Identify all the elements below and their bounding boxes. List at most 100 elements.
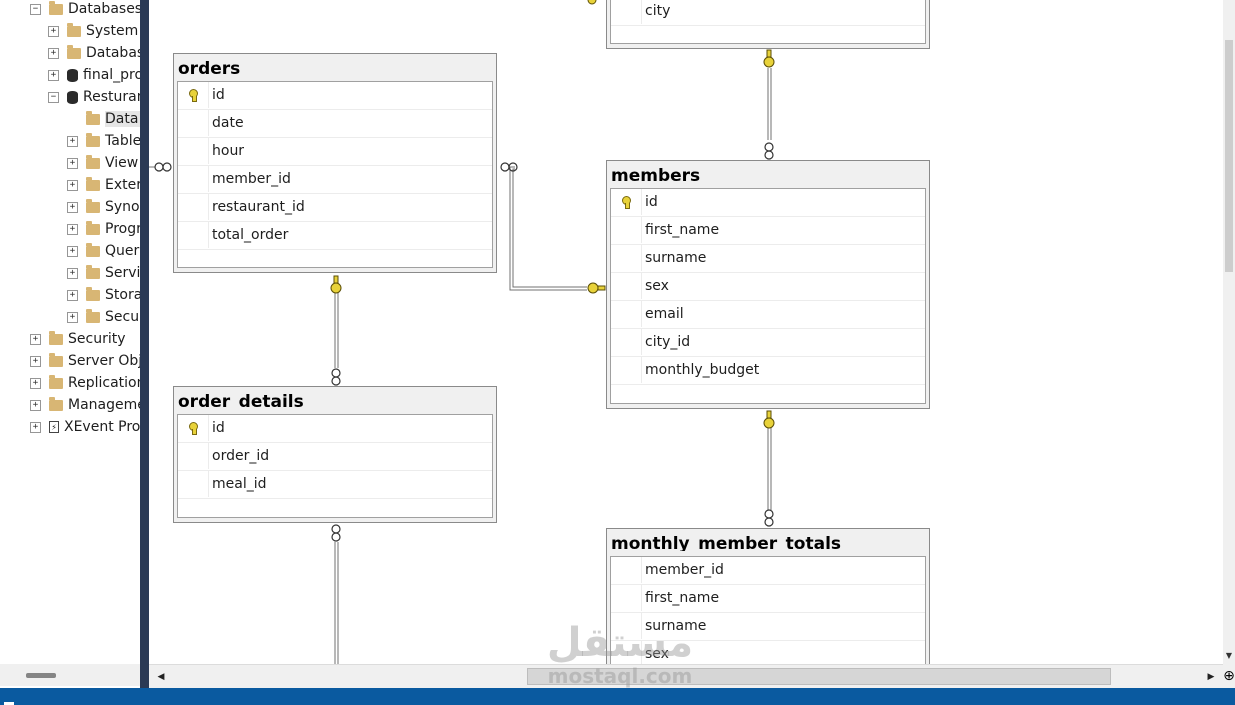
tree-node-secur[interactable]: + Secur xyxy=(67,306,140,328)
row-selector[interactable] xyxy=(611,301,642,327)
tree-node-syno[interactable]: + Syno xyxy=(67,196,140,218)
expand-icon[interactable]: + xyxy=(30,399,41,411)
row-selector[interactable] xyxy=(178,222,209,248)
tree-node-system[interactable]: + System xyxy=(48,20,138,42)
row-selector[interactable] xyxy=(611,585,642,611)
row-selector[interactable] xyxy=(178,194,209,220)
expand-icon[interactable]: + xyxy=(30,333,41,345)
column-row[interactable]: date xyxy=(178,110,492,138)
table-order-details[interactable]: order_details id order_id meal_id xyxy=(173,386,497,523)
row-selector[interactable] xyxy=(611,273,642,299)
column-row[interactable]: email xyxy=(611,301,925,329)
explorer-horizontal-scrollbar[interactable] xyxy=(0,664,140,686)
vertical-scroll-thumb[interactable] xyxy=(1225,40,1233,272)
relationship-line[interactable] xyxy=(509,166,587,291)
tree-node-data[interactable]: +Data xyxy=(67,108,140,130)
column-row[interactable]: sex xyxy=(611,273,925,301)
column-row[interactable]: id xyxy=(178,415,492,443)
row-selector[interactable] xyxy=(178,82,209,108)
row-selector[interactable] xyxy=(611,641,642,664)
tree-node-table[interactable]: + Table xyxy=(67,130,140,152)
expand-icon[interactable]: + xyxy=(30,355,41,367)
row-selector[interactable] xyxy=(178,415,209,441)
column-row[interactable]: order_id xyxy=(178,443,492,471)
expand-icon[interactable]: + xyxy=(67,223,78,235)
relationship-line[interactable] xyxy=(512,168,587,288)
column-row[interactable]: restaurant_id xyxy=(178,194,492,222)
column-row[interactable]: first_name xyxy=(611,217,925,245)
column-row[interactable]: surname xyxy=(611,245,925,273)
scroll-left-arrow-icon[interactable]: ◀ xyxy=(153,667,169,687)
tree-node-stora[interactable]: + Stora xyxy=(67,284,140,306)
row-selector[interactable] xyxy=(611,217,642,243)
row-selector[interactable] xyxy=(178,166,209,192)
collapse-icon[interactable]: − xyxy=(30,3,41,15)
diagram-horizontal-scrollbar[interactable]: ◀ ▶ xyxy=(149,664,1223,689)
expand-icon[interactable]: + xyxy=(30,421,41,433)
expand-icon[interactable]: + xyxy=(48,69,59,81)
collapse-icon[interactable]: − xyxy=(48,91,59,103)
expand-icon[interactable]: + xyxy=(48,25,59,37)
expand-icon[interactable]: + xyxy=(67,267,78,279)
expand-icon[interactable]: + xyxy=(67,135,78,147)
row-selector[interactable] xyxy=(178,138,209,164)
table-orders[interactable]: orders id date hour member_id restaurant_id t… xyxy=(173,53,497,273)
expand-icon[interactable]: + xyxy=(67,289,78,301)
column-row[interactable]: city_id xyxy=(611,329,925,357)
table-members[interactable]: members id first_name surname sex email city_… xyxy=(606,160,930,409)
expand-icon[interactable]: + xyxy=(67,201,78,213)
horizontal-scroll-thumb[interactable] xyxy=(527,668,1111,685)
row-selector[interactable] xyxy=(611,329,642,355)
explorer-scroll-thumb[interactable] xyxy=(26,673,56,678)
tree-node-replication[interactable]: + Replication xyxy=(30,372,140,394)
tree-node-servi[interactable]: + Servi xyxy=(67,262,140,284)
column-row[interactable]: hour xyxy=(178,138,492,166)
tree-node-quer[interactable]: + Quer xyxy=(67,240,139,262)
tree-node-databas[interactable]: + Databas xyxy=(48,42,140,64)
tree-node-manageme[interactable]: + Manageme xyxy=(30,394,140,416)
expand-icon[interactable]: + xyxy=(48,47,59,59)
expand-icon[interactable]: + xyxy=(67,245,78,257)
row-selector[interactable] xyxy=(178,471,209,497)
scroll-down-arrow-icon[interactable]: ▼ xyxy=(1223,648,1235,664)
column-row[interactable]: member_id xyxy=(611,557,925,585)
column-row[interactable]: id xyxy=(611,189,925,217)
column-row[interactable]: meal_id xyxy=(178,471,492,499)
tree-node-final-pro[interactable]: + final_pro xyxy=(48,64,140,86)
column-row[interactable]: member_id xyxy=(178,166,492,194)
column-row[interactable]: city xyxy=(611,0,925,26)
table-monthly-member-totals[interactable]: monthly_member_totals member_id first_nam… xyxy=(606,528,930,664)
row-selector[interactable] xyxy=(611,357,642,383)
tree-node-exter[interactable]: + Exter xyxy=(67,174,140,196)
scroll-right-arrow-icon[interactable]: ▶ xyxy=(1203,667,1219,687)
row-selector[interactable] xyxy=(178,110,209,136)
pan-handle-icon[interactable]: ⊕ xyxy=(1223,664,1235,688)
row-selector[interactable] xyxy=(611,245,642,271)
column-row[interactable]: surname xyxy=(611,613,925,641)
expand-icon[interactable]: + xyxy=(67,179,78,191)
row-selector[interactable] xyxy=(611,557,642,583)
database-diagram-canvas[interactable]: city orders id date hour member_id restauran… xyxy=(149,0,1223,664)
column-row[interactable]: monthly_budget xyxy=(611,357,925,385)
diagram-vertical-scrollbar[interactable]: ▼ xyxy=(1223,0,1235,664)
column-row[interactable]: sex xyxy=(611,641,925,664)
tree-node-databases[interactable]: − Databases xyxy=(30,0,140,20)
tree-node-resturan[interactable]: − Resturan xyxy=(48,86,140,108)
row-selector[interactable] xyxy=(178,443,209,469)
row-selector[interactable] xyxy=(611,613,642,639)
column-row[interactable]: first_name xyxy=(611,585,925,613)
expand-icon[interactable]: + xyxy=(67,311,78,323)
column-row[interactable]: id xyxy=(178,82,492,110)
tree-node-view[interactable]: + View xyxy=(67,152,138,174)
pane-splitter[interactable] xyxy=(140,0,149,690)
tree-node-server-obje[interactable]: + Server Obje xyxy=(30,350,140,372)
table-city[interactable]: city xyxy=(606,0,930,49)
row-selector[interactable] xyxy=(611,189,642,215)
row-selector[interactable] xyxy=(611,0,642,24)
expand-icon[interactable]: + xyxy=(30,377,41,389)
tree-node-security[interactable]: + Security xyxy=(30,328,126,350)
tree-node-xevent-pro[interactable]: + ⚡ XEvent Pro xyxy=(30,416,140,438)
expand-icon[interactable]: + xyxy=(67,157,78,169)
tree-node-progr[interactable]: + Progr xyxy=(67,218,140,240)
column-row[interactable]: total_order xyxy=(178,222,492,250)
